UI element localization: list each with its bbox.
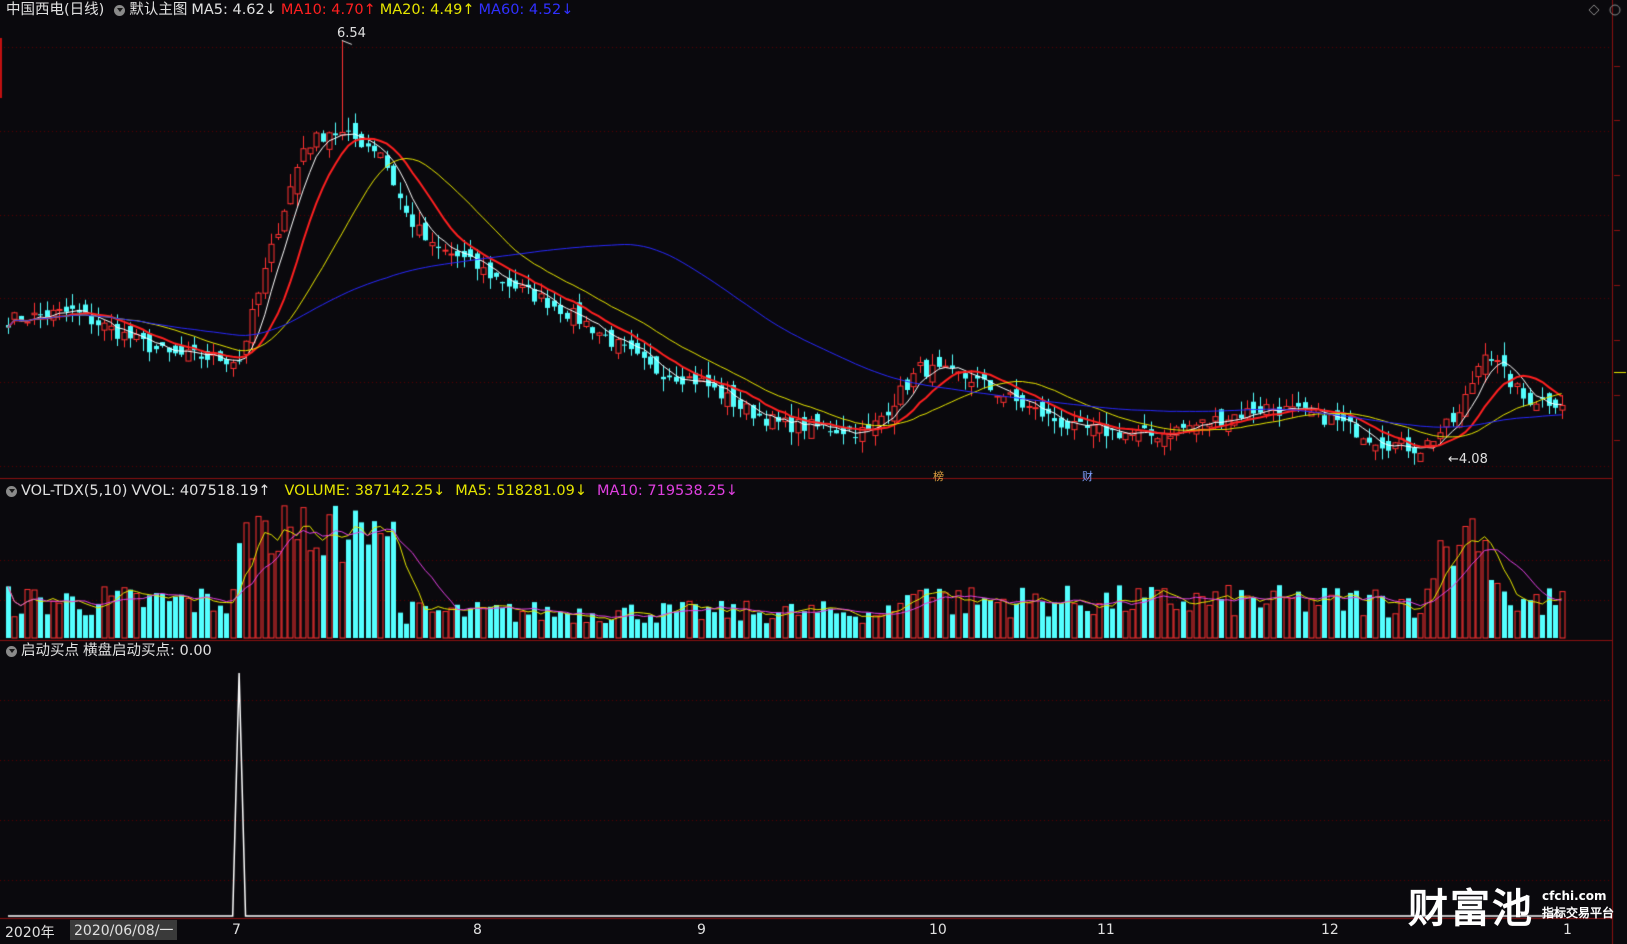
year-label: 2020年	[5, 925, 55, 941]
month-label-8: 8	[473, 922, 482, 938]
kline-chart-canvas[interactable]	[0, 0, 1627, 944]
main-chart-header: 中国西电(日线) 默认主图 MA5: 4.62↓ MA10: 4.70↑ MA2…	[0, 0, 577, 20]
volume-ma5-value: MA5: 518281.09↓	[455, 483, 587, 499]
volume-indicator-name[interactable]: VOL-TDX(5,10)	[21, 481, 127, 501]
logo: 财富池 cfchi.com 指标交易平台	[1408, 876, 1614, 934]
month-label-10: 10	[929, 922, 947, 938]
volume-header: VOL-TDX(5,10) VVOL: 407518.19↑ VOLUME: 3…	[0, 481, 742, 501]
month-label-12: 12	[1321, 922, 1339, 938]
month-label-9: 9	[697, 922, 706, 938]
low-price-label: ←4.08	[1448, 452, 1488, 467]
bang-marker[interactable]: 榜	[933, 468, 944, 484]
ma10-value: MA10: 4.70↑	[280, 2, 376, 18]
indicator-dropdown-icon[interactable]	[6, 645, 17, 657]
indicator-name[interactable]: 启动买点	[21, 641, 79, 661]
indicator-value: 横盘启动买点: 0.00	[83, 643, 212, 659]
cursor-date-label: 2020/06/08/一	[70, 920, 178, 940]
ma60-value: MA60: 4.52↓	[478, 2, 574, 18]
cai-marker[interactable]: 财	[1082, 468, 1093, 484]
high-price-label: 6.54	[337, 26, 366, 41]
ma20-value: MA20: 4.49↑	[379, 2, 475, 18]
logo-slogan: 指标交易平台	[1542, 906, 1615, 920]
volume-dropdown-icon[interactable]	[6, 485, 17, 497]
template-dropdown-icon[interactable]	[114, 4, 126, 16]
ma5-value: MA5: 4.62↓	[191, 2, 277, 18]
volume-ma10-value: MA10: 719538.25↓	[597, 483, 738, 499]
logo-name: 财富池	[1408, 885, 1534, 932]
stock-name[interactable]: 中国西电(日线)	[6, 0, 104, 20]
month-label-7: 7	[232, 922, 241, 938]
month-label-11: 11	[1097, 922, 1115, 938]
vvol-value: VVOL: 407518.19↑	[131, 483, 271, 499]
logo-text: cfchi.com 指标交易平台	[1542, 888, 1614, 922]
logo-site: cfchi.com	[1542, 889, 1607, 903]
indicator-header: 启动买点 横盘启动买点: 0.00	[0, 641, 216, 661]
volume-value: VOLUME: 387142.25↓	[284, 483, 446, 499]
template-name[interactable]: 默认主图	[129, 0, 187, 20]
